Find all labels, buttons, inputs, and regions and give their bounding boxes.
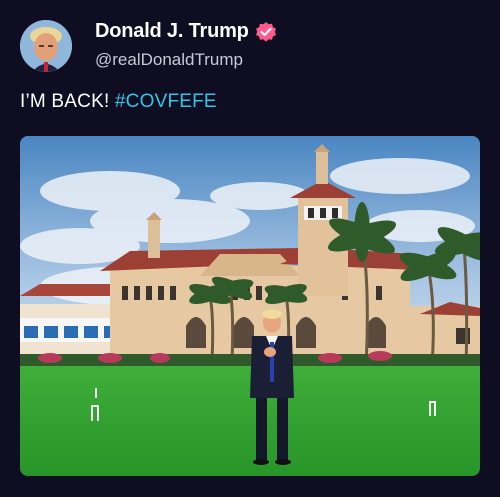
author-display-name[interactable]: Donald J. Trump — [95, 20, 249, 43]
hashtag-link[interactable]: #COVFEFE — [115, 91, 217, 112]
post-card: Donald J. Trump @realDonaldTrump I’M BAC… — [0, 0, 500, 497]
author-handle[interactable]: @realDonaldTrump — [95, 50, 243, 70]
post-photo[interactable] — [20, 136, 480, 476]
post-text-main: I’M BACK! — [20, 91, 115, 112]
verified-badge-icon — [255, 21, 277, 43]
author-name-row: Donald J. Trump — [95, 20, 277, 43]
post-text: I’M BACK! #COVFEFE — [20, 91, 217, 113]
avatar[interactable] — [20, 20, 72, 72]
